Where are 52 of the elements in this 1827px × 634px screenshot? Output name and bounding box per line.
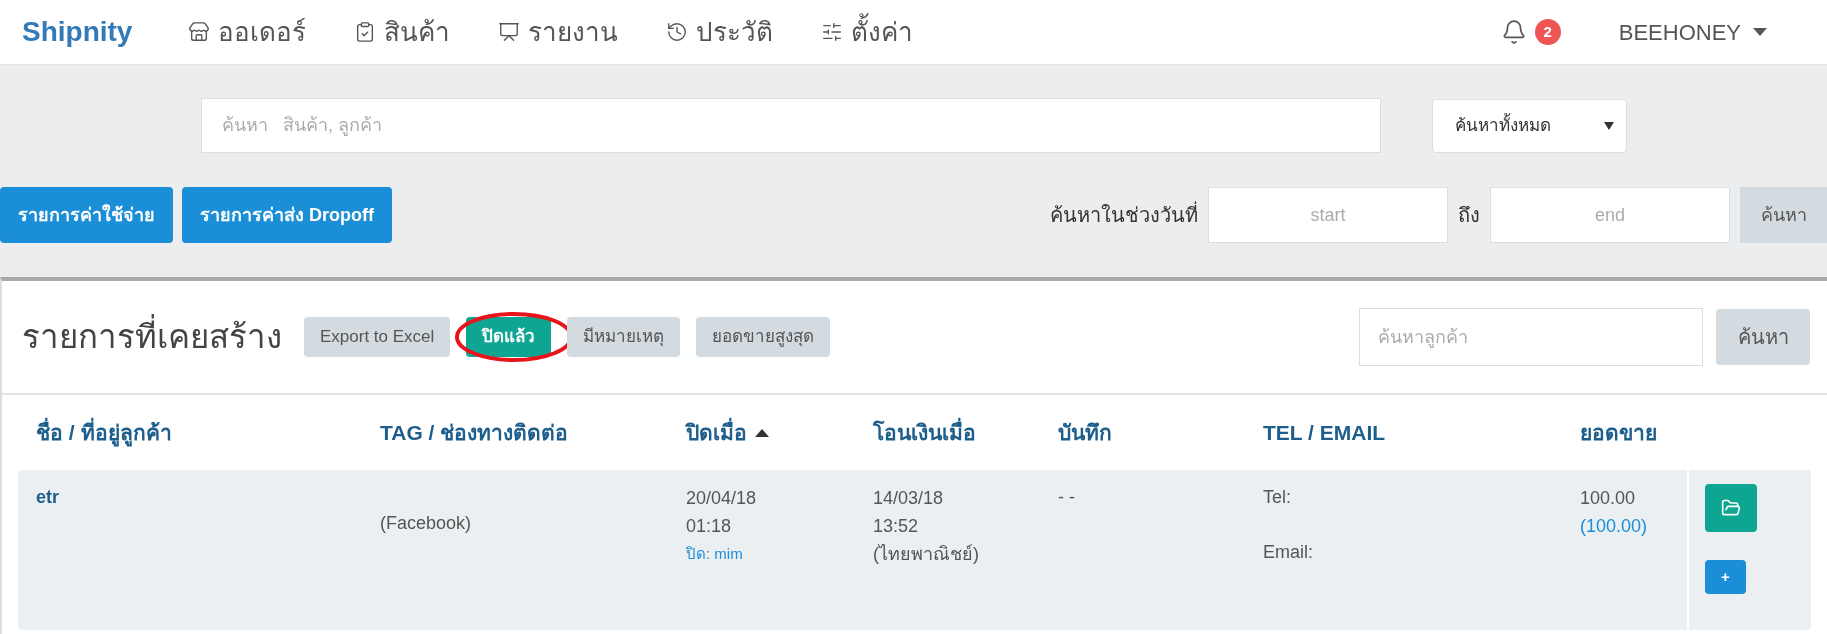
open-button[interactable] [1705,484,1757,532]
customer-search-field[interactable]: ค้นหาลูกค้า [1359,308,1703,366]
customer-name[interactable]: etr [36,487,59,507]
closed-by: ปิด: mim [686,544,743,564]
history-icon [666,21,689,43]
column-header[interactable]: บันทึก [1058,416,1112,449]
tag-cell: (Facebook) [380,513,472,533]
date-range-label: ค้นหาในช่วงวันที่ [1050,200,1198,230]
notification-badge: 2 [1534,19,1561,45]
folder-icon [1721,498,1741,518]
start-date-field[interactable]: start [1208,187,1448,243]
closed-date: 20/04/18 [686,487,757,510]
nav-item[interactable]: รายงาน [498,12,619,52]
date-search-button[interactable]: ค้นหา [1740,187,1827,243]
customer-search-button[interactable]: ค้นหา [1716,309,1810,365]
filter-button[interactable]: ยอดขายสูงสุด [696,317,831,357]
action-button[interactable]: รายการค่าใช้จ่าย [0,187,173,243]
nav-item[interactable]: ออเดอร์ [188,12,307,52]
sliders-icon [821,21,844,43]
column-header[interactable]: TEL / EMAIL [1263,416,1386,449]
filter-button[interactable]: Export to Excel [304,317,451,357]
chart-icon [498,21,521,43]
email-label: Email: [1263,541,1313,564]
nav-item[interactable]: สินค้า [354,12,451,52]
tel-label: Tel: [1263,486,1291,509]
note-cell: - - [1058,487,1075,507]
add-button[interactable]: + [1705,560,1746,594]
closed-time: 01:18 [686,515,732,538]
list-title: รายการที่เคยสร้าง [22,312,282,362]
paid-time: 13:52 [873,515,919,538]
search-scope-select[interactable]: ค้นหาทั้งหมด [1432,98,1627,153]
user-menu[interactable]: BEEHONEY [1618,15,1767,49]
column-header[interactable]: TAG / ช่องทางติดต่อ [380,416,569,449]
nav-item[interactable]: ตั้งค่า [821,12,914,52]
brand-logo[interactable]: Shipnity [22,11,133,53]
column-header[interactable]: ชื่อ / ที่อยู่ลูกค้า [36,416,172,449]
column-header[interactable]: ยอดขาย [1580,416,1657,449]
total-amount: 100.00 [1580,487,1636,510]
date-separator: ถึง [1458,203,1480,228]
paid-amount: (100.00) [1580,515,1648,538]
search-field[interactable]: ค้นหา สินค้า, ลูกค้า [201,98,1381,153]
filter-button[interactable]: มีหมายเหตุ [567,317,681,357]
store-icon [188,21,211,43]
paid-date: 14/03/18 [873,487,944,510]
caret-icon [1753,28,1767,36]
column-header[interactable]: ปิดเมื่อ [686,416,747,449]
column-header[interactable]: โอนเงินเมื่อ [873,416,976,449]
end-date-field[interactable]: end [1490,187,1730,243]
caret-icon [1604,121,1614,130]
nav-item[interactable]: ประวัติ [666,12,774,52]
action-button[interactable]: รายการค่าส่ง Dropoff [182,187,392,243]
paid-bank: (ไทยพาณิชย์) [873,543,979,566]
